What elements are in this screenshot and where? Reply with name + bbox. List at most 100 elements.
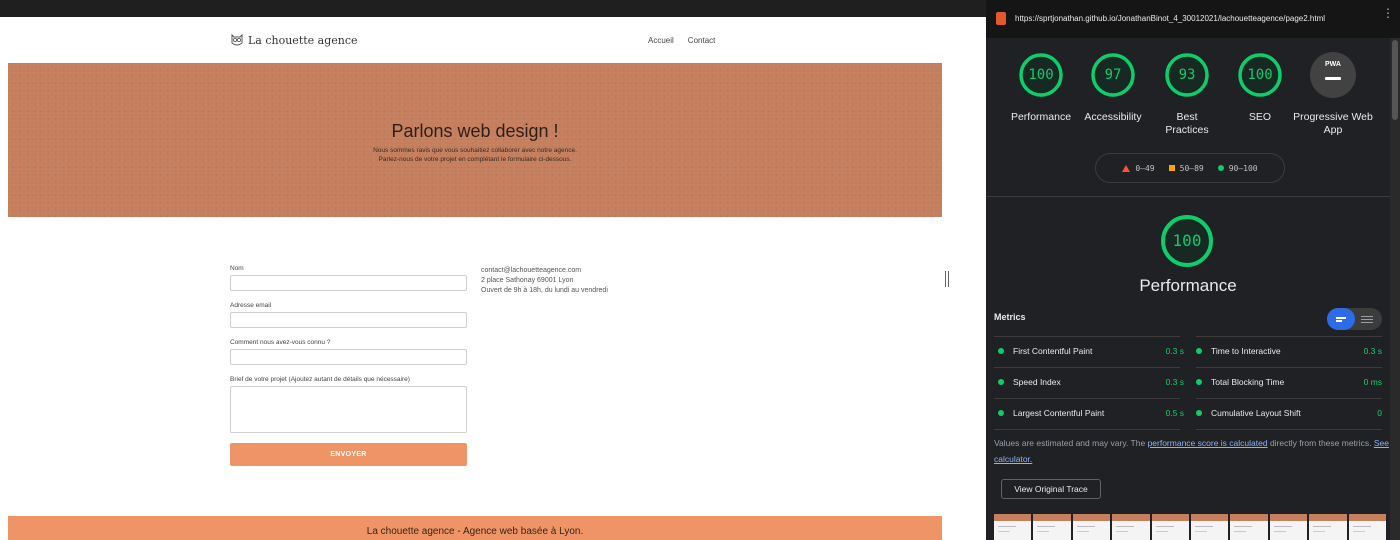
metric-value: 0 ms xyxy=(1363,377,1382,387)
performance-gauge-large: 100 xyxy=(1160,214,1214,268)
contact-info: contact@lachouetteagence.com 2 place Sat… xyxy=(481,266,608,296)
email-field[interactable] xyxy=(230,312,467,328)
hero-subtitle-2: Parlez-nous de votre projet en complétan… xyxy=(378,156,572,163)
gauge-value: 100 xyxy=(1247,67,1273,83)
metric-lcp: Largest Contentful Paint 0.5 s xyxy=(994,398,1184,428)
gauge-label-best-practices: Best Practices xyxy=(1165,111,1209,136)
metric-name: Cumulative Layout Shift xyxy=(1211,408,1301,418)
metric-tti: Time to Interactive 0.3 s xyxy=(1192,336,1382,366)
legend-average: 50–89 xyxy=(1168,164,1204,173)
gauge-label-pwa: Progressive Web App xyxy=(1293,111,1373,136)
triangle-icon xyxy=(1122,164,1131,172)
site-logo[interactable]: La chouette agence xyxy=(230,33,358,47)
metric-name: Largest Contentful Paint xyxy=(1013,408,1105,418)
website-preview: La chouette agence Accueil Contact Parlo… xyxy=(8,17,942,540)
gauge-value: 93 xyxy=(1178,67,1196,83)
gauge-value: 100 xyxy=(1172,231,1202,250)
metric-name: Time to Interactive xyxy=(1211,346,1281,356)
toggle-compact-view[interactable] xyxy=(1327,308,1355,330)
brief-label: Brief de votre projet (Ajoutez autant de… xyxy=(230,376,410,383)
metric-tbt: Total Blocking Time 0 ms xyxy=(1192,367,1382,397)
list-icon xyxy=(1361,316,1373,317)
site-footer: La chouette agence - Agence web basée à … xyxy=(8,516,942,540)
score-legend: 0–49 50–89 90–100 xyxy=(1095,153,1285,183)
metrics-view-toggle[interactable] xyxy=(1327,308,1382,330)
gauge-seo[interactable]: 100 xyxy=(1237,52,1283,98)
metric-cls: Cumulative Layout Shift 0 xyxy=(1192,398,1382,428)
gauge-value: 100 xyxy=(1028,67,1054,83)
filmstrip-frame xyxy=(1033,514,1071,540)
filmstrip xyxy=(994,514,1387,540)
gauge-label-seo: SEO xyxy=(1248,111,1272,123)
source-label: Comment nous avez-vous connu ? xyxy=(230,339,331,346)
note-prefix: Values are estimated and may vary. The xyxy=(994,438,1148,448)
contact-form: Nom Adresse email Comment nous avez-vous… xyxy=(230,265,467,466)
score-calculation-link[interactable]: performance score is calculated xyxy=(1148,438,1268,448)
logo-text: La chouette agence xyxy=(248,33,358,47)
pwa-badge[interactable]: PWA xyxy=(1310,52,1356,98)
metrics-title: Metrics xyxy=(994,312,1026,322)
metric-fcp: First Contentful Paint 0.3 s xyxy=(994,336,1184,366)
submit-button[interactable]: ENVOYER xyxy=(230,443,467,466)
scrollbar-thumb[interactable] xyxy=(1392,40,1398,120)
pass-dot-icon xyxy=(998,379,1004,385)
filmstrip-frame xyxy=(1348,514,1387,540)
metric-name: Speed Index xyxy=(1013,377,1061,387)
name-field[interactable] xyxy=(230,275,467,291)
lines-icon xyxy=(1336,320,1342,322)
hero-title: Parlons web design ! xyxy=(391,121,559,141)
metric-value: 0.3 s xyxy=(1165,346,1184,356)
metric-rule xyxy=(1196,429,1382,430)
more-options-icon[interactable]: ⋮ xyxy=(1382,7,1394,19)
lighthouse-panel: https://sprtjonathan.github.io/JonathanB… xyxy=(986,0,1400,540)
metric-name: First Contentful Paint xyxy=(1013,346,1093,356)
gauge-performance[interactable]: 100 xyxy=(1018,52,1064,98)
square-icon xyxy=(1168,165,1175,171)
nav-link-contact[interactable]: Contact xyxy=(688,36,716,45)
email-label: Adresse email xyxy=(230,302,272,309)
lighthouse-icon xyxy=(996,12,1006,25)
contact-email: contact@lachouetteagence.com xyxy=(481,267,582,274)
metric-rule xyxy=(994,429,1180,430)
filmstrip-frame xyxy=(1230,514,1268,540)
performance-title: Performance xyxy=(1139,276,1237,295)
site-header: La chouette agence Accueil Contact xyxy=(8,17,942,63)
pane-resize-handle[interactable] xyxy=(945,271,949,287)
legend-pass-label: 90–100 xyxy=(1228,163,1258,173)
gauge-accessibility[interactable]: 97 xyxy=(1090,52,1136,98)
contact-hours: Ouvert de 9h à 18h, du lundi au vendredi xyxy=(481,287,608,294)
brief-textarea[interactable] xyxy=(230,386,467,433)
hero-subtitle-1: Nous sommes ravis que vous souhaitiez co… xyxy=(373,147,577,154)
nav-link-accueil[interactable]: Accueil xyxy=(648,36,674,45)
view-original-trace-button[interactable]: View Original Trace xyxy=(1001,479,1101,499)
metric-value: 0.5 s xyxy=(1165,408,1184,418)
footer-text: La chouette agence - Agence web basée à … xyxy=(366,526,584,537)
note-mid: directly from these metrics. xyxy=(1267,438,1374,448)
pass-dot-icon xyxy=(998,348,1004,354)
site-nav: Accueil Contact xyxy=(648,36,715,45)
pass-dot-icon xyxy=(1196,379,1202,385)
filmstrip-frame xyxy=(1072,514,1111,540)
metric-value: 0.3 s xyxy=(1165,377,1184,387)
pwa-dash-icon xyxy=(1325,77,1341,80)
contact-address: 2 place Sathonay 69001 Lyon xyxy=(481,277,574,284)
report-url[interactable]: https://sprtjonathan.github.io/JonathanB… xyxy=(1015,14,1325,23)
pass-dot-icon xyxy=(998,410,1004,416)
report-topbar: https://sprtjonathan.github.io/JonathanB… xyxy=(986,0,1400,38)
source-field[interactable] xyxy=(230,349,467,365)
filmstrip-frame xyxy=(1112,514,1150,540)
list-icon xyxy=(1361,319,1373,320)
filmstrip-frame xyxy=(1269,514,1308,540)
filmstrip-frame xyxy=(994,514,1032,540)
filmstrip-frame xyxy=(1151,514,1190,540)
pass-dot-icon xyxy=(1196,348,1202,354)
pass-dot-icon xyxy=(1196,410,1202,416)
section-divider xyxy=(986,196,1400,197)
metric-value: 0 xyxy=(1377,408,1382,418)
pwa-badge-text: PWA xyxy=(1325,61,1341,68)
gauge-best-practices[interactable]: 93 xyxy=(1164,52,1210,98)
gauge-label-performance: Performance xyxy=(1010,111,1072,123)
owl-icon xyxy=(231,33,243,46)
name-label: Nom xyxy=(230,265,244,272)
metric-value: 0.3 s xyxy=(1363,346,1382,356)
